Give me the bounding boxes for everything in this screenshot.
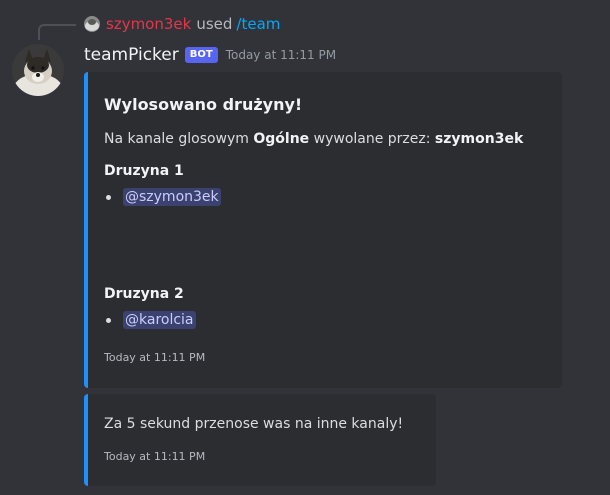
command-interaction-row[interactable]: szymon3ek used /team [84,14,280,34]
embed-footer-timestamp: Today at 11:11 PM [104,351,206,364]
team-2-member-item: @karolcia [104,311,196,329]
author-name[interactable]: teamPicker [84,45,179,65]
invoker-username[interactable]: szymon3ek [106,15,191,33]
slash-command-name[interactable]: /team [236,15,280,33]
message-header: teamPicker BOT Today at 11:11 PM [84,44,336,66]
message-timestamp[interactable]: Today at 11:11 PM [226,48,336,62]
bot-avatar[interactable] [12,44,64,96]
user-mention[interactable]: @szymon3ek [123,188,221,206]
team-1-member-item: @szymon3ek [104,188,221,206]
notice-embed: Za 5 sekund przenose was na inne kanaly!… [84,394,436,486]
embed-description: Na kanale glosowym Ogólne wywolane przez… [104,131,523,147]
bot-badge: BOT [184,47,218,63]
embed-footer-timestamp: Today at 11:11 PM [104,450,206,463]
bullet-icon [106,194,111,200]
teams-embed: Wylosowano drużyny! Na kanale glosowym O… [84,72,562,388]
description-prefix: Na kanale glosowym [104,131,254,147]
team-2-heading: Druzyna 2 [104,286,184,302]
chat-message-area: szymon3ek used /team teamPicker BOT Toda… [0,0,610,495]
invoker-mini-avatar[interactable] [84,16,100,32]
team-1-heading: Druzyna 1 [104,163,184,179]
user-mention[interactable]: @karolcia [123,311,196,329]
voice-channel-name: Ogólne [253,131,310,147]
reply-connector-line [38,24,76,40]
bullet-icon [106,317,111,323]
interaction-verb: used [196,15,233,33]
notice-text: Za 5 sekund przenose was na inne kanaly! [104,416,404,432]
description-mid: wywolane przez: [309,131,435,147]
embed-title: Wylosowano drużyny! [104,95,303,114]
invoker-name: szymon3ek [434,131,524,147]
